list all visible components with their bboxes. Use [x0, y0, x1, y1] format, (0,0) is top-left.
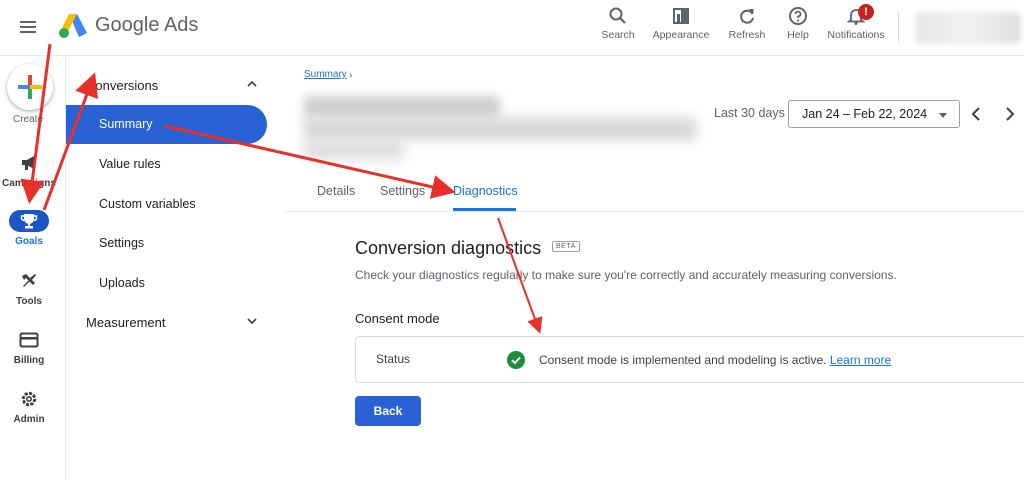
breadcrumb-summary[interactable]: Summary — [304, 69, 347, 80]
top-app-bar: Google Ads Search Appearance Refresh Hel… — [0, 0, 1024, 56]
nav-item-value-rules[interactable]: Value rules — [99, 157, 161, 171]
brand-name: Google Ads — [95, 14, 199, 36]
goals-subnav: Conversions Summary Value rules Custom v… — [66, 56, 284, 480]
toolbar-divider — [898, 12, 899, 42]
dropdown-arrow-icon — [939, 113, 947, 118]
tools-icon — [22, 274, 36, 287]
credit-card-icon — [19, 332, 39, 348]
chevron-right-icon — [1006, 107, 1015, 121]
breadcrumb-chevron-icon: › — [349, 70, 353, 81]
active-tab-indicator — [453, 208, 516, 211]
date-range-picker[interactable]: Jan 24 – Feb 22, 2024 — [788, 100, 960, 128]
refresh-button[interactable]: Refresh — [726, 6, 768, 46]
status-text: Consent mode is implemented and modeling… — [539, 353, 827, 367]
check-circle-icon — [507, 351, 525, 369]
trophy-icon — [20, 214, 38, 229]
help-icon — [789, 7, 807, 25]
summary-label: Summary — [99, 117, 153, 131]
date-range-label: Last 30 days — [714, 106, 785, 120]
conversion-meta-redacted — [304, 140, 404, 160]
appearance-label: Appearance — [652, 29, 710, 41]
beta-badge: BETA — [552, 241, 580, 252]
help-label: Help — [787, 29, 809, 41]
nav-item-summary[interactable]: Summary — [66, 105, 267, 144]
appearance-icon — [673, 8, 689, 24]
tab-settings[interactable]: Settings — [380, 184, 425, 198]
plus-icon — [18, 75, 42, 99]
conversion-subtitle-redacted — [304, 118, 696, 140]
rail-item-billing[interactable]: Billing — [0, 329, 58, 366]
rail-item-tools[interactable]: Tools — [0, 270, 58, 307]
search-button[interactable]: Search — [600, 6, 636, 46]
rail-label-goals: Goals — [15, 236, 43, 247]
conversions-label: Conversions — [86, 78, 159, 93]
tab-diagnostics[interactable]: Diagnostics — [453, 184, 518, 198]
section-description: Check your diagnostics regularly to make… — [355, 268, 897, 282]
rail-label-billing: Billing — [13, 355, 45, 366]
tab-details[interactable]: Details — [317, 184, 355, 198]
previous-period-button[interactable] — [966, 102, 988, 126]
rail-label-admin: Admin — [13, 414, 45, 425]
next-period-button[interactable] — [998, 102, 1020, 126]
notification-badge: ! — [858, 4, 874, 20]
rail-item-goals[interactable]: Goals — [0, 210, 58, 247]
consent-mode-heading: Consent mode — [355, 311, 440, 326]
rail-label-tools: Tools — [16, 296, 42, 307]
navigation-rail: Create Campaigns Goals Tools Billing Adm… — [0, 56, 66, 480]
section-title: Conversion diagnostics — [355, 238, 542, 258]
nav-item-settings[interactable]: Settings — [99, 236, 144, 250]
chevron-down-icon — [247, 318, 257, 325]
nav-item-uploads[interactable]: Uploads — [99, 276, 145, 290]
rail-item-admin[interactable]: Admin — [0, 388, 58, 425]
menu-icon[interactable] — [16, 16, 42, 38]
google-ads-logo-icon — [59, 14, 87, 38]
conversion-tabs: Details Settings Diagnostics — [284, 170, 1024, 212]
chevron-up-icon — [247, 80, 257, 87]
create-button[interactable] — [7, 64, 53, 110]
help-button[interactable]: Help — [784, 6, 812, 46]
date-range-value: Jan 24 – Feb 22, 2024 — [802, 107, 928, 121]
conversion-title-redacted — [304, 96, 500, 118]
chevron-left-icon — [971, 107, 980, 121]
nav-item-custom-variables[interactable]: Custom variables — [99, 197, 196, 211]
megaphone-icon — [22, 156, 34, 170]
rail-label-campaigns: Campaigns — [2, 178, 56, 189]
back-button[interactable]: Back — [355, 396, 421, 426]
status-key: Status — [376, 352, 411, 366]
learn-more-link[interactable]: Learn more — [830, 353, 891, 367]
consent-mode-card: Status Consent mode is implemented and m… — [355, 336, 1024, 383]
nav-section-measurement[interactable]: Measurement — [86, 315, 266, 330]
search-label: Search — [601, 29, 635, 41]
status-value: Consent mode is implemented and modeling… — [539, 353, 891, 367]
notifications-label: Notifications — [827, 29, 885, 41]
nav-section-conversions[interactable]: Conversions — [86, 78, 266, 93]
gear-icon — [21, 391, 37, 407]
appearance-button[interactable]: Appearance — [652, 6, 710, 46]
refresh-label: Refresh — [728, 29, 766, 41]
measurement-label: Measurement — [86, 315, 166, 330]
rail-item-campaigns[interactable]: Campaigns — [0, 152, 58, 189]
create-label: Create — [12, 114, 43, 125]
account-info-redacted[interactable] — [915, 12, 1021, 44]
refresh-icon — [740, 9, 754, 24]
search-icon — [609, 7, 626, 24]
notifications-button[interactable]: ! Notifications — [824, 4, 888, 46]
